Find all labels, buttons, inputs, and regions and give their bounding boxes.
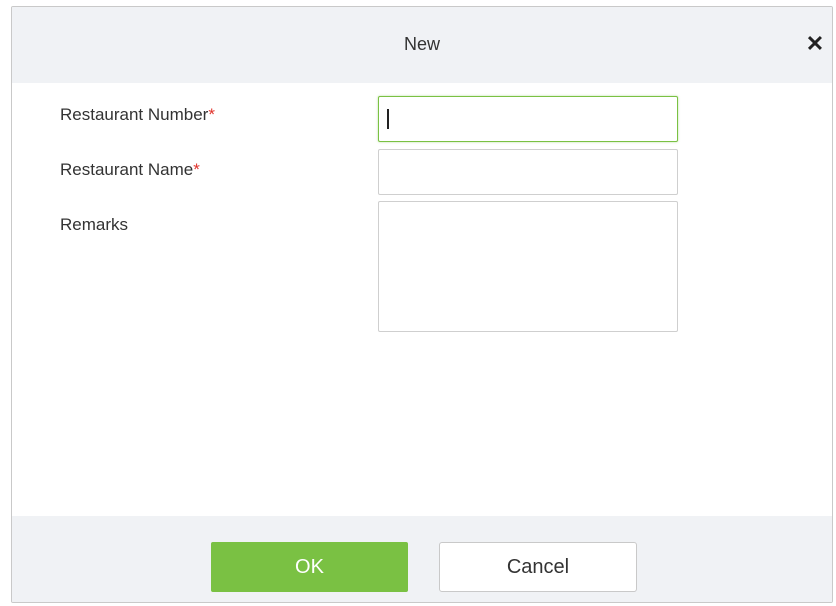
new-restaurant-dialog: New ✕ Restaurant Number* Restaurant Name… [11, 6, 833, 603]
close-icon[interactable]: ✕ [802, 31, 828, 57]
restaurant-number-label: Restaurant Number* [60, 105, 215, 125]
remarks-label-text: Remarks [60, 215, 129, 234]
ok-button[interactable]: OK [211, 542, 408, 592]
restaurant-name-input[interactable] [378, 149, 678, 195]
restaurant-number-input[interactable] [378, 96, 678, 142]
dialog-title: New [403, 34, 440, 54]
text-caret [387, 109, 389, 129]
dialog-header: New ✕ [12, 7, 832, 83]
required-asterisk: * [193, 160, 200, 179]
restaurant-number-label-text: Restaurant Number [60, 105, 209, 124]
remarks-label: Remarks [60, 215, 128, 235]
cancel-button[interactable]: Cancel [439, 542, 637, 592]
restaurant-name-label: Restaurant Name* [60, 160, 200, 180]
dialog-footer: OK Cancel [12, 516, 832, 602]
required-asterisk: * [208, 105, 215, 124]
restaurant-name-label-text: Restaurant Name [60, 160, 194, 179]
remarks-textarea[interactable] [378, 201, 678, 332]
